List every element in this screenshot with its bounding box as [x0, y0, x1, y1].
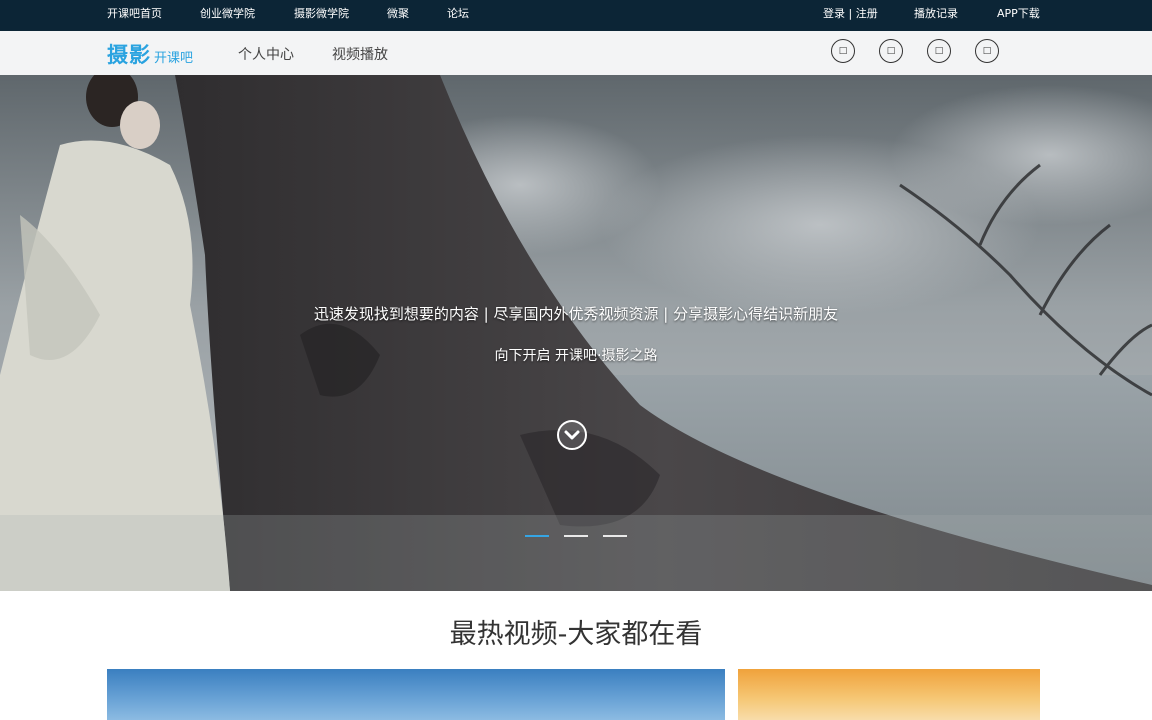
icon-button-4[interactable]: □	[975, 39, 999, 63]
video-thumbnail-2[interactable]	[738, 669, 1040, 720]
carousel-dot-2[interactable]	[564, 535, 588, 537]
topbar-link-startup[interactable]: 创业微学院	[200, 0, 255, 31]
placeholder-icon: □	[886, 46, 896, 56]
icon-button-1[interactable]: □	[831, 39, 855, 63]
nav-video-play[interactable]: 视频播放	[332, 44, 388, 64]
topbar-link-photo[interactable]: 摄影微学院	[294, 0, 349, 31]
site-logo[interactable]: 摄影 开课吧	[107, 39, 193, 69]
hero-image	[0, 75, 1152, 591]
placeholder-icon: □	[982, 46, 992, 56]
topbar-link-weiju[interactable]: 微聚	[387, 0, 409, 31]
placeholder-icon: □	[934, 46, 944, 56]
carousel-dot-1[interactable]	[525, 535, 549, 537]
logo-sub-text: 开课吧	[154, 51, 194, 66]
hero-banner: 迅速发现找到想要的内容 | 尽享国内外优秀视频资源 | 分享摄影心得结识新朋友 …	[0, 75, 1152, 591]
nav-personal-center[interactable]: 个人中心	[238, 44, 294, 64]
icon-button-3[interactable]: □	[927, 39, 951, 63]
placeholder-icon: □	[838, 46, 848, 56]
section-title: 最热视频-大家都在看	[449, 619, 703, 650]
topbar-link-home[interactable]: 开课吧首页	[107, 0, 162, 31]
scroll-down-button[interactable]	[557, 420, 587, 450]
history-link[interactable]: 播放记录	[914, 0, 958, 31]
icon-button-2[interactable]: □	[879, 39, 903, 63]
topbar-link-forum[interactable]: 论坛	[447, 0, 469, 31]
carousel-dot-3[interactable]	[603, 535, 627, 537]
chevron-down-icon	[564, 430, 580, 440]
top-bar: 开课吧首页 创业微学院 摄影微学院 微聚 论坛 登录 | 注册 播放记录 APP…	[0, 0, 1152, 31]
main-nav: 摄影 开课吧 个人中心 视频播放 □ □ □ □	[0, 31, 1152, 76]
hero-subtitle: 向下开启 开课吧·摄影之路	[494, 348, 658, 364]
video-thumbnail-1[interactable]	[107, 669, 725, 720]
app-download-link[interactable]: APP下载	[997, 0, 1040, 31]
login-register-link[interactable]: 登录 | 注册	[823, 0, 878, 31]
logo-main-text: 摄影	[107, 43, 151, 67]
hero-tagline: 迅速发现找到想要的内容 | 尽享国内外优秀视频资源 | 分享摄影心得结识新朋友	[313, 305, 839, 323]
